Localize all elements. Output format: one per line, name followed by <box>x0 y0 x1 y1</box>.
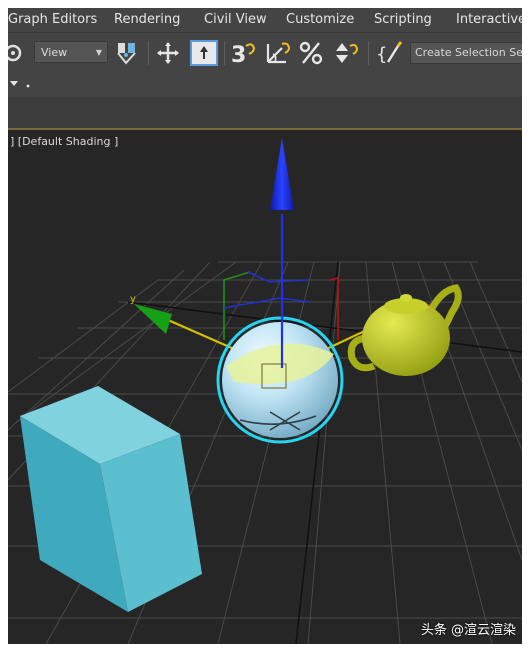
gizmo-z-cone[interactable] <box>270 138 294 210</box>
reference-coordinate-dropdown[interactable]: View ▼ <box>34 41 108 63</box>
perspective-viewport[interactable]: y] [Default Shading] 头条 @渲云渲染 <box>8 130 522 644</box>
main-toolbar: View ▼ 3 {Create Selection Se <box>8 33 522 73</box>
toolbar-separator <box>224 41 225 65</box>
menu-arrow-icon[interactable] <box>8 73 38 97</box>
ribbon-strip <box>8 98 522 130</box>
pivot-center-icon[interactable] <box>112 39 142 67</box>
app-window: Graph Editors Rendering Civil View Custo… <box>8 8 522 644</box>
angle-snap-icon[interactable] <box>264 39 292 67</box>
teapot-object[interactable] <box>347 284 462 376</box>
box-object[interactable] <box>20 386 202 612</box>
watermark-text: 头条 @渲云渲染 <box>420 623 516 638</box>
menu-civil-view[interactable]: Civil View <box>204 11 267 29</box>
svg-text:{: { <box>376 44 387 65</box>
viewport-scene[interactable]: y <box>8 130 522 644</box>
menu-bar: Graph Editors Rendering Civil View Custo… <box>8 8 522 33</box>
selection-set-placeholder: Create Selection Se <box>415 46 522 59</box>
sphere-object-selected[interactable] <box>216 316 344 444</box>
spinner-snap-icon[interactable] <box>332 39 360 67</box>
menu-interactive[interactable]: Interactive <box>456 11 522 29</box>
chevron-down-icon: ▼ <box>95 48 102 57</box>
select-move-icon <box>200 46 208 59</box>
selection-filter-icon[interactable] <box>8 39 24 67</box>
toolbar-separator <box>368 41 369 65</box>
snap-label: 3 <box>231 43 246 66</box>
named-selection-set-field[interactable]: Create Selection Se <box>410 42 522 64</box>
viewport-label[interactable]: ] [Default Shading ] <box>10 135 118 148</box>
grid-axis-line <box>295 261 339 644</box>
percent-snap-icon[interactable] <box>298 39 326 67</box>
secondary-toolbar <box>8 73 522 98</box>
snap-toggle-icon[interactable]: 3 <box>230 39 258 67</box>
menu-scripting[interactable]: Scripting <box>374 11 432 29</box>
menu-customize[interactable]: Customize <box>286 11 354 29</box>
named-selection-edit-icon[interactable]: { <box>374 39 404 67</box>
menu-rendering[interactable]: Rendering <box>114 11 180 29</box>
menu-graph-editors[interactable]: Graph Editors <box>8 11 97 29</box>
toolbar-separator <box>148 41 149 65</box>
select-move-button[interactable] <box>190 40 218 66</box>
gizmo-y-marker: y <box>130 294 136 305</box>
dropdown-value: View <box>41 46 68 59</box>
select-object-icon[interactable] <box>154 39 182 67</box>
